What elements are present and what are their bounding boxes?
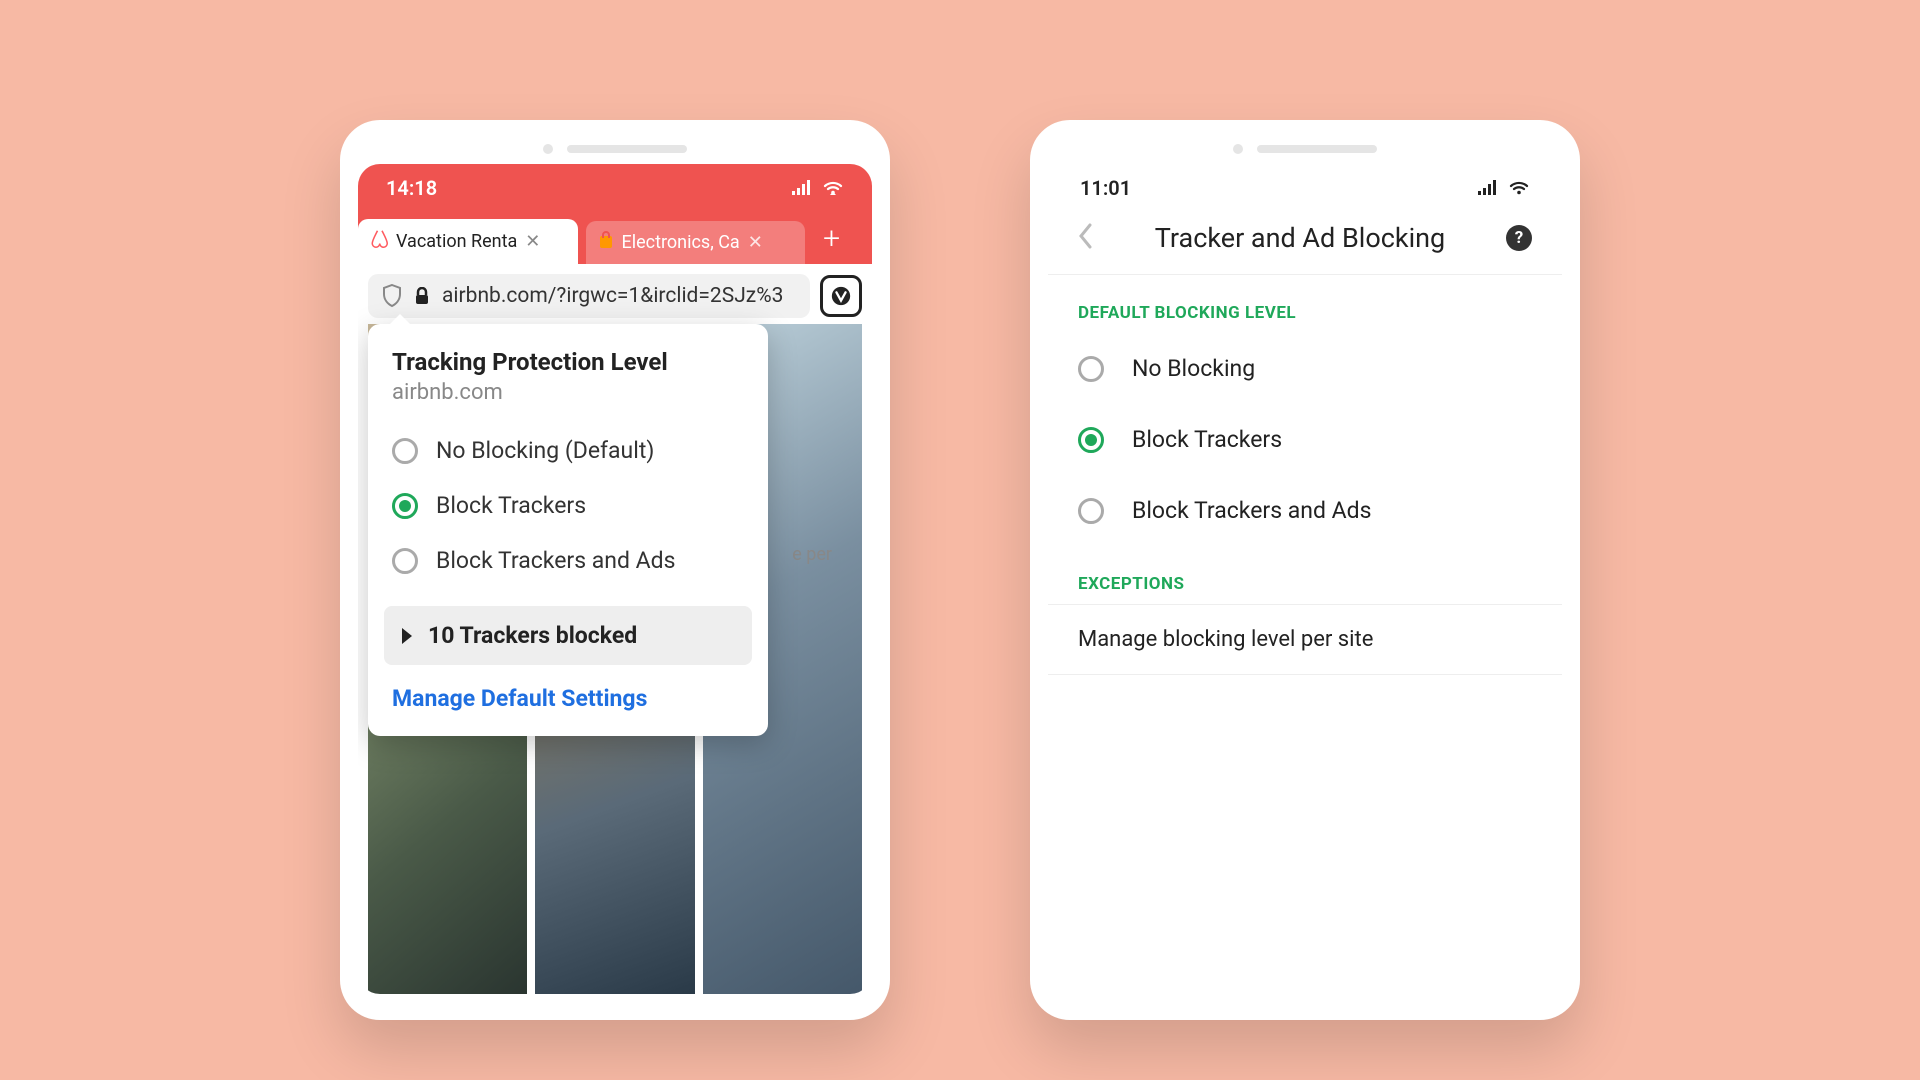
radio-block-trackers-ads[interactable]: Block Trackers and Ads <box>1048 475 1562 546</box>
screen-right: 11:01 Tracker and Ad Blocking ? DEFAULT … <box>1048 164 1562 994</box>
address-field[interactable]: airbnb.com/?irgwc=1&irclid=2SJz%3 <box>368 274 810 318</box>
tab-inactive[interactable]: Electronics, Ca ✕ <box>586 221 806 264</box>
shopping-icon <box>598 231 614 254</box>
speaker-slot-icon <box>1257 145 1377 153</box>
radio-label: Block Trackers and Ads <box>436 547 676 574</box>
tab-inactive-title: Electronics, Ca <box>622 232 740 253</box>
triangle-right-icon <box>402 628 412 644</box>
speaker-slot-icon <box>567 145 687 153</box>
address-bar: airbnb.com/?irgwc=1&irclid=2SJz%3 <box>358 264 872 328</box>
radio-no-blocking[interactable]: No Blocking (Default) <box>368 423 768 478</box>
wifi-icon <box>1508 176 1530 200</box>
popover-title: Tracking Protection Level <box>368 348 768 380</box>
back-button[interactable] <box>1078 223 1094 253</box>
status-bar: 11:01 <box>1048 164 1562 212</box>
page-content-fragment: e per <box>792 544 832 565</box>
address-url: airbnb.com/?irgwc=1&irclid=2SJz%3 <box>442 284 783 308</box>
radio-block-trackers[interactable]: Block Trackers <box>1048 404 1562 475</box>
radio-label: No Blocking (Default) <box>436 437 654 464</box>
radio-label: Block Trackers and Ads <box>1132 497 1372 524</box>
phone-right: 11:01 Tracker and Ad Blocking ? DEFAULT … <box>1030 120 1580 1020</box>
close-icon[interactable]: ✕ <box>748 232 763 253</box>
radio-no-blocking[interactable]: No Blocking <box>1048 333 1562 404</box>
wifi-icon <box>822 176 844 200</box>
signal-icon <box>1478 176 1498 200</box>
manage-per-site-row[interactable]: Manage blocking level per site <box>1048 604 1562 675</box>
tracking-popover: Tracking Protection Level airbnb.com No … <box>368 324 768 736</box>
tab-active-title: Vacation Renta <box>396 231 517 252</box>
radio-icon <box>1078 356 1104 382</box>
phone-left: 14:18 Vacation Renta ✕ <box>340 120 890 1020</box>
radio-icon <box>1078 498 1104 524</box>
tab-bar: Vacation Renta ✕ Electronics, Ca ✕ + <box>358 212 872 264</box>
airbnb-icon <box>370 229 388 254</box>
signal-icon <box>792 176 812 200</box>
radio-label: Block Trackers <box>1132 426 1282 453</box>
screen-left: 14:18 Vacation Renta ✕ <box>358 164 872 994</box>
manage-default-settings-link[interactable]: Manage Default Settings <box>368 665 768 716</box>
status-time: 14:18 <box>386 176 437 200</box>
status-bar: 14:18 <box>358 164 872 212</box>
trackers-blocked-row[interactable]: 10 Trackers blocked <box>384 606 752 665</box>
camera-dot-icon <box>543 144 553 154</box>
device-notch <box>1048 138 1562 164</box>
radio-icon <box>1078 427 1104 453</box>
section-exceptions: EXCEPTIONS <box>1048 546 1562 604</box>
device-notch <box>358 138 872 164</box>
page-title: Tracker and Ad Blocking <box>1155 222 1445 254</box>
new-tab-button[interactable]: + <box>809 221 854 264</box>
section-default-blocking-level: DEFAULT BLOCKING LEVEL <box>1048 275 1562 333</box>
radio-block-trackers[interactable]: Block Trackers <box>368 478 768 533</box>
shield-icon[interactable] <box>382 284 402 308</box>
status-time: 11:01 <box>1080 176 1131 200</box>
radio-icon <box>392 548 418 574</box>
status-icons <box>1478 176 1530 200</box>
radio-icon <box>392 438 418 464</box>
help-button[interactable]: ? <box>1506 225 1532 251</box>
status-icons <box>792 176 844 200</box>
radio-block-trackers-ads[interactable]: Block Trackers and Ads <box>368 533 768 588</box>
camera-dot-icon <box>1233 144 1243 154</box>
radio-label: No Blocking <box>1132 355 1255 382</box>
vivaldi-menu-button[interactable] <box>820 275 862 317</box>
radio-label: Block Trackers <box>436 492 586 519</box>
lock-icon <box>414 287 430 305</box>
close-icon[interactable]: ✕ <box>525 231 540 252</box>
radio-icon <box>392 493 418 519</box>
trackers-blocked-label: 10 Trackers blocked <box>428 622 637 649</box>
tab-active[interactable]: Vacation Renta ✕ <box>358 219 578 264</box>
settings-title-bar: Tracker and Ad Blocking ? <box>1048 212 1562 275</box>
popover-site: airbnb.com <box>368 380 768 423</box>
